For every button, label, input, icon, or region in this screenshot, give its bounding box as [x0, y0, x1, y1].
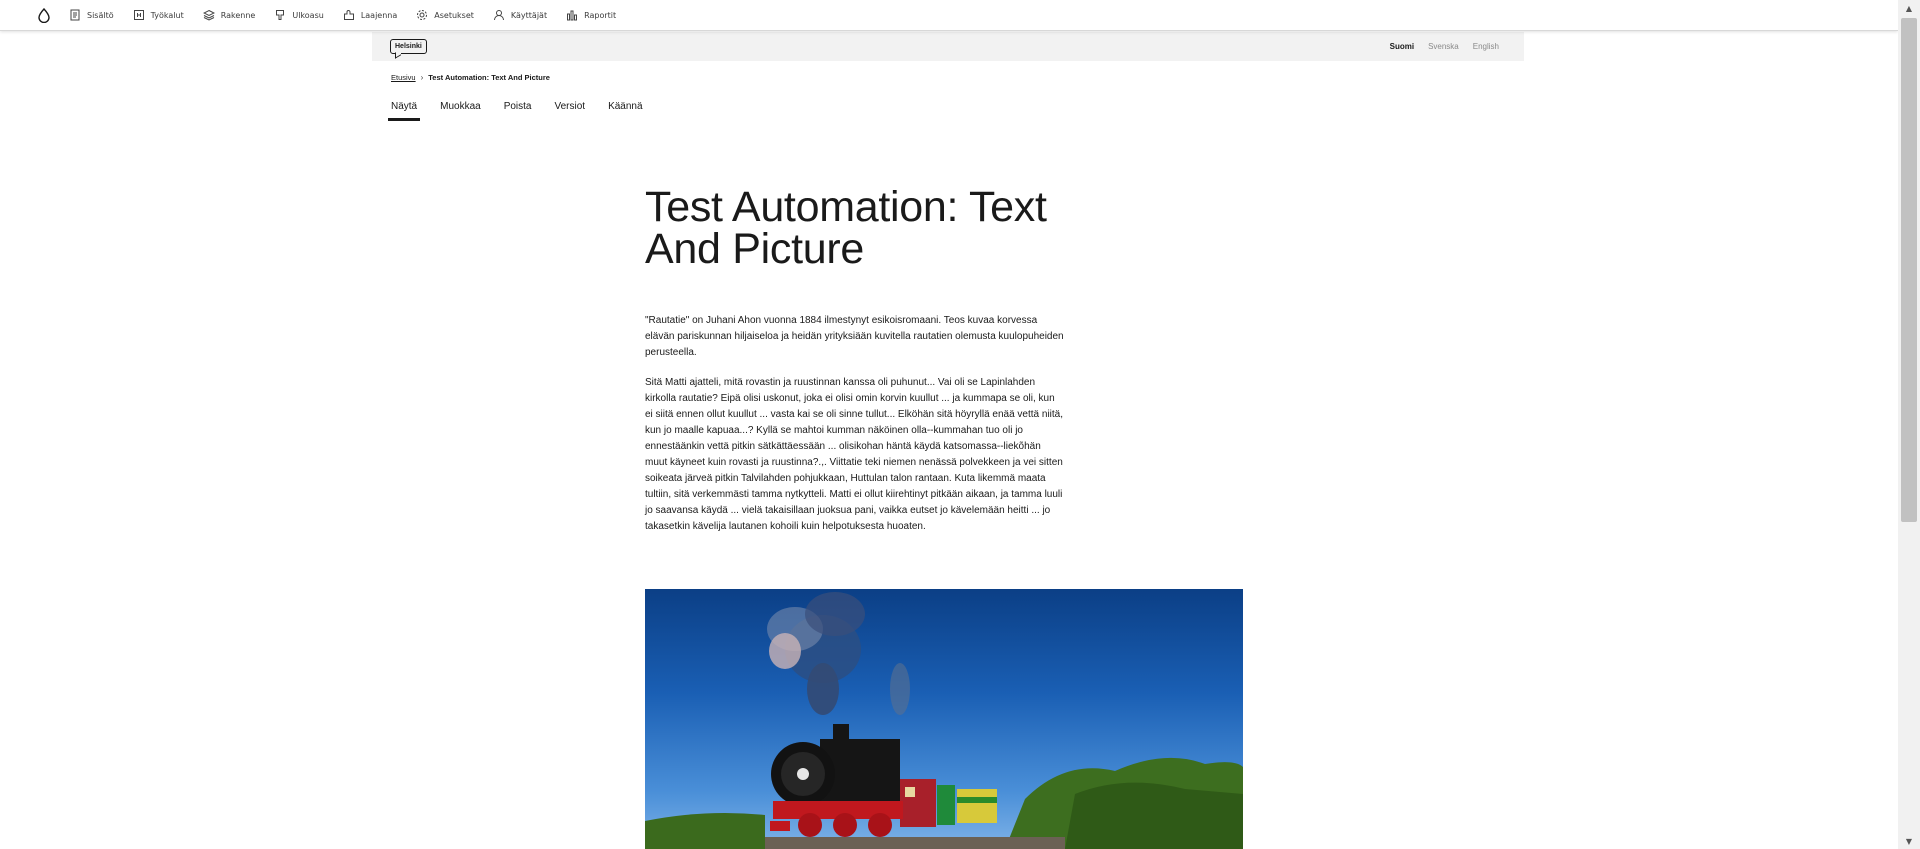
scroll-down-arrow-icon[interactable]: ▼ — [1898, 833, 1920, 849]
breadcrumb-current: Test Automation: Text And Picture — [428, 73, 550, 82]
toolbar-item-label: Raportit — [584, 10, 617, 20]
toolbar-item-users[interactable]: Käyttäjät — [493, 9, 547, 21]
toolbar-item-settings[interactable]: Asetukset — [416, 9, 474, 21]
toolbar-item-structure[interactable]: Rakenne — [202, 9, 256, 21]
toolbar-item-reports[interactable]: Raportit — [566, 9, 616, 21]
extend-icon — [343, 10, 354, 20]
gear-icon — [417, 10, 428, 20]
content-icon — [70, 9, 80, 21]
toolbar-item-label: Sisältö — [87, 10, 114, 20]
toolbar-item-tools[interactable]: Työkalut — [133, 9, 184, 21]
paragraph-intro: "Rautatie" on Juhani Ahon vuonna 1884 il… — [645, 315, 1064, 358]
toolbar-item-label: Laajenna — [360, 10, 398, 20]
lang-svenska[interactable]: Svenska — [1428, 42, 1459, 51]
breadcrumb: Etusivu › Test Automation: Text And Pict… — [391, 73, 550, 82]
tab-view[interactable]: Näytä — [387, 96, 421, 121]
toolbar-item-label: Työkalut — [150, 10, 184, 20]
tab-revisions[interactable]: Versiot — [553, 96, 588, 121]
lang-suomi[interactable]: Suomi — [1390, 42, 1414, 51]
structure-icon — [202, 9, 215, 21]
vertical-scrollbar[interactable]: ▲ ▼ — [1898, 0, 1920, 849]
toolbar-item-extend[interactable]: Laajenna — [343, 9, 397, 21]
breadcrumb-home-link[interactable]: Etusivu — [391, 73, 416, 82]
toolbar-item-content[interactable]: Sisältö — [69, 9, 114, 21]
page-title: Test Automation: Text And Picture — [645, 183, 1047, 273]
toolbar-item-label: Ulkoasu — [292, 10, 324, 20]
article-body: "Rautatie" on Juhani Ahon vuonna 1884 il… — [645, 313, 1065, 549]
appearance-icon — [276, 10, 285, 20]
chevron-right-icon: › — [420, 73, 424, 82]
paragraph-excerpt: Sitä Matti ajatteli, mitä rovastin ja ru… — [645, 377, 1064, 532]
lang-english[interactable]: English — [1473, 42, 1499, 51]
scrollbar-thumb[interactable] — [1901, 18, 1917, 522]
toolbar-item-appearance[interactable]: Ulkoasu — [274, 9, 324, 21]
tab-edit[interactable]: Muokkaa — [438, 96, 483, 121]
helsinki-logo[interactable]: Helsinki — [390, 39, 427, 54]
tools-icon — [133, 10, 144, 20]
site-header: Helsinki Suomi Svenska English — [372, 32, 1524, 61]
toolbar-item-label: Käyttäjät — [510, 10, 548, 20]
tab-translate[interactable]: Käännä — [606, 96, 644, 121]
drupal-drop-icon[interactable] — [33, 4, 55, 26]
reports-icon — [567, 10, 578, 21]
scroll-up-arrow-icon[interactable]: ▲ — [1898, 0, 1920, 16]
toolbar-item-label: Asetukset — [434, 10, 474, 20]
steam-locomotive-image — [645, 589, 1243, 849]
admin-toolbar: Sisältö Työkalut Rakenne Ulkoasu Laajenn… — [0, 0, 1898, 31]
language-switcher: Suomi Svenska English — [1390, 42, 1499, 51]
local-tasks-tabs: Näytä Muokkaa Poista Versiot Käännä — [387, 96, 664, 121]
toolbar-item-label: Rakenne — [220, 10, 256, 20]
user-icon — [493, 10, 504, 21]
tab-delete[interactable]: Poista — [502, 96, 534, 121]
